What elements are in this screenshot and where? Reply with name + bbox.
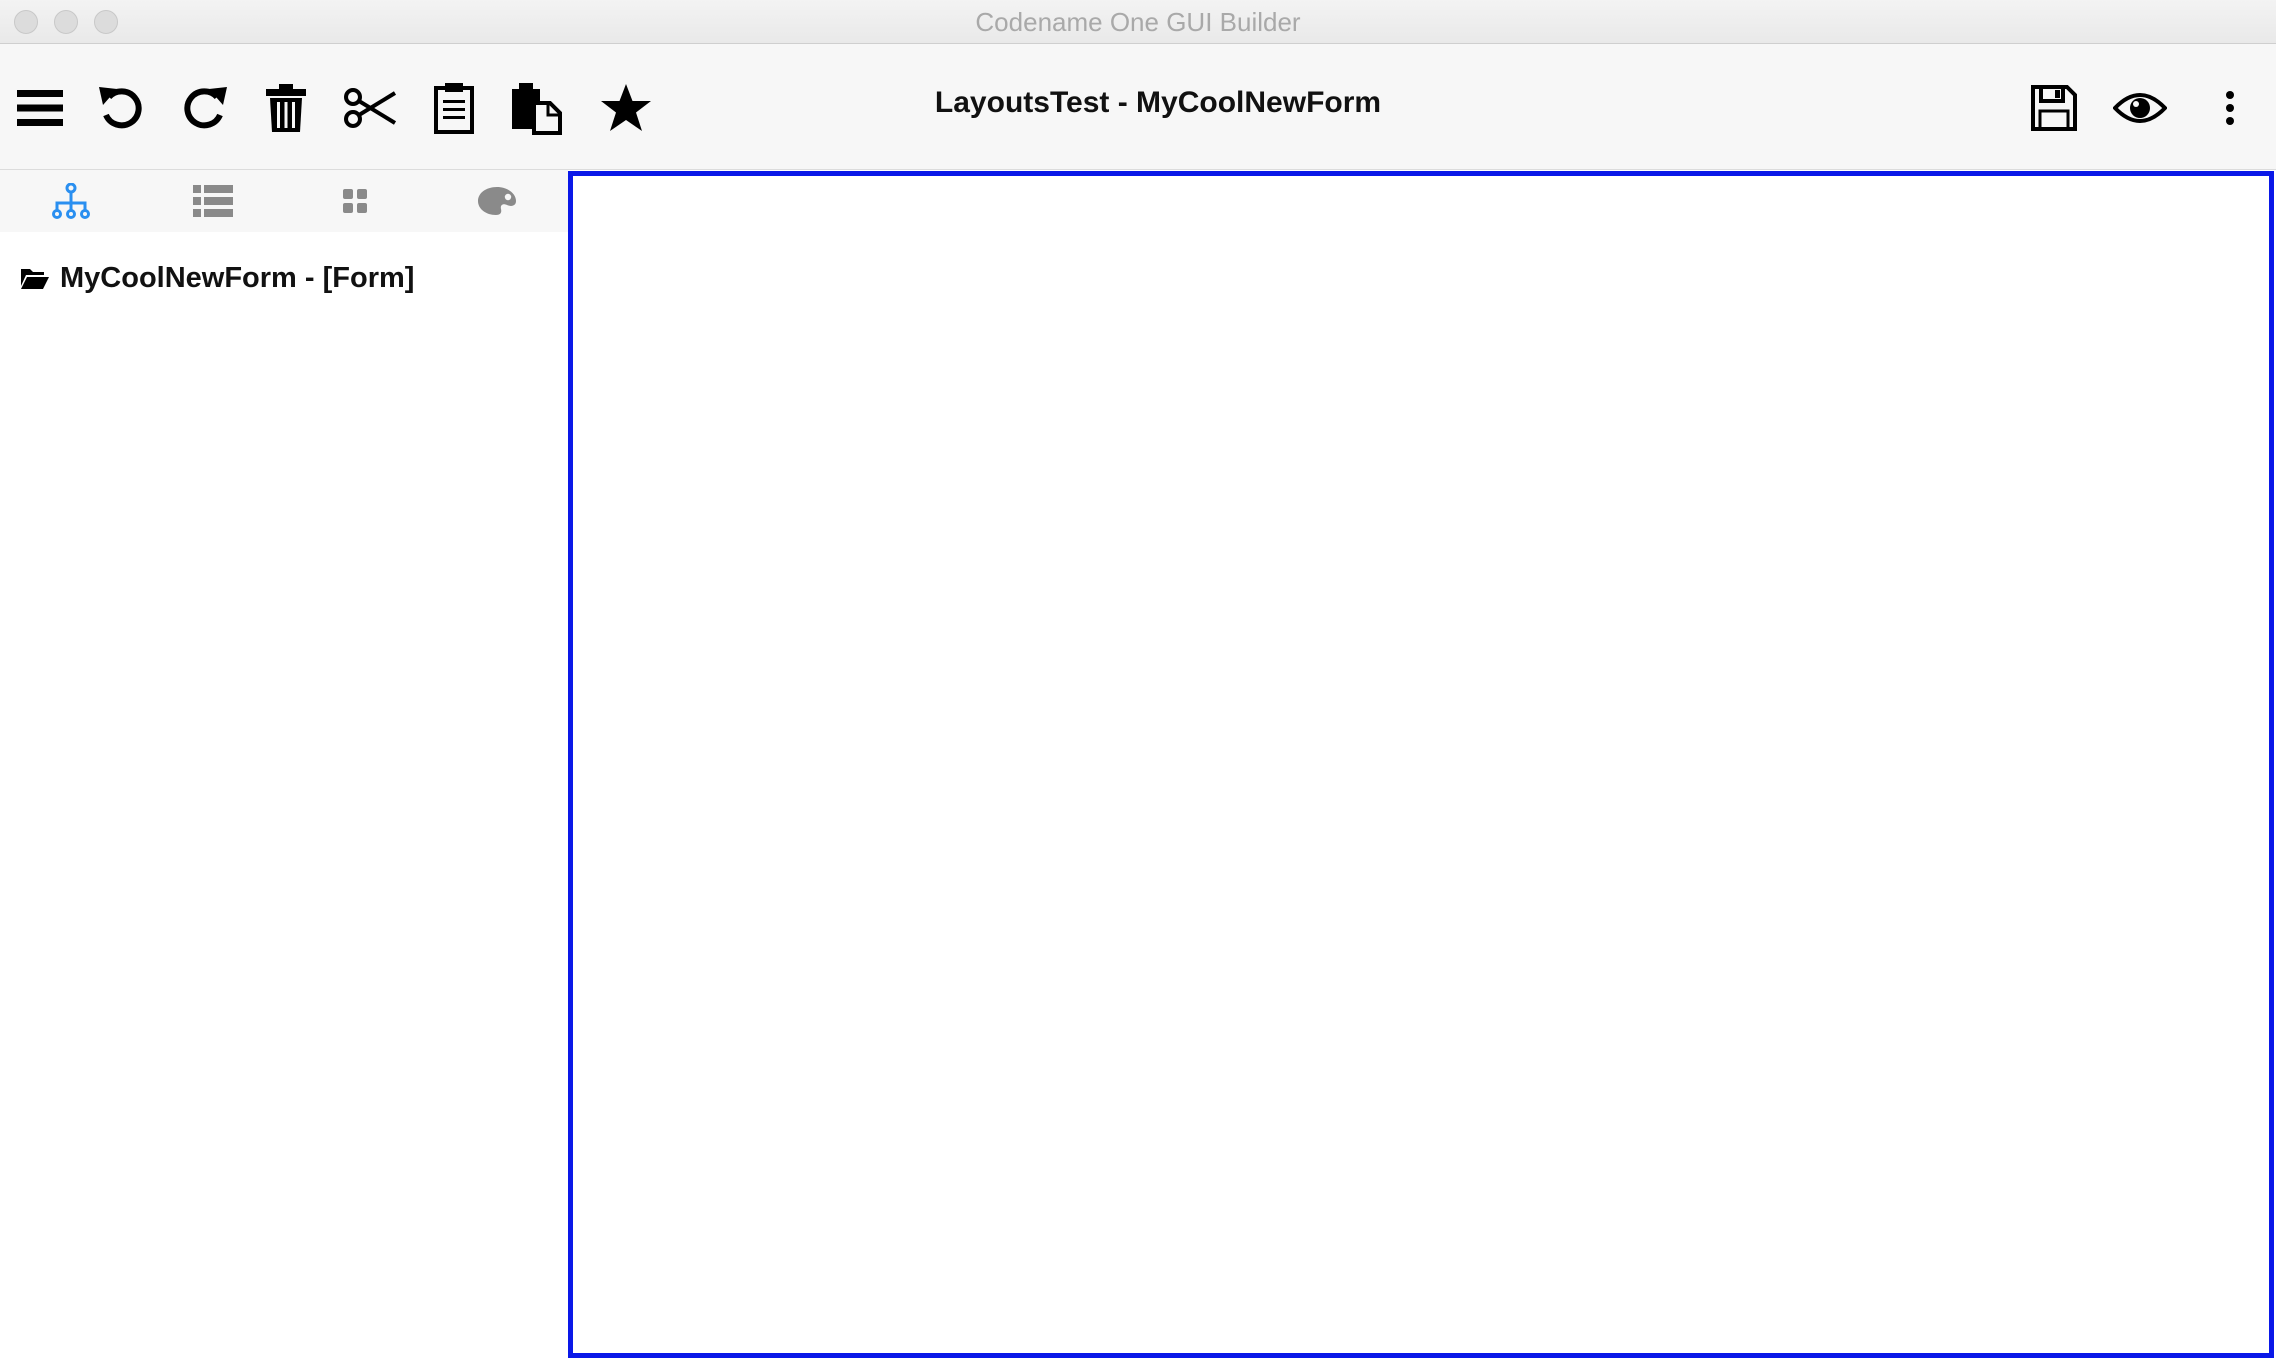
panel-tabs <box>0 170 568 232</box>
tab-theme[interactable] <box>426 170 568 232</box>
list-icon <box>193 185 233 217</box>
vertical-ellipsis-icon <box>2226 91 2234 125</box>
tree-node-label: MyCoolNewForm - [Form] <box>60 261 415 294</box>
design-canvas[interactable] <box>568 171 2274 1358</box>
tab-hierarchy[interactable] <box>0 170 142 232</box>
grid-icon <box>343 189 367 213</box>
open-folder-icon <box>21 269 49 289</box>
app-window: Codename One GUI Builder LayoutsTest - M… <box>0 0 2276 1358</box>
save-button[interactable] <box>2026 80 2082 136</box>
window-title: Codename One GUI Builder <box>975 7 1301 37</box>
palette-icon <box>478 187 516 215</box>
tab-components[interactable] <box>284 170 426 232</box>
tree-node-root-form[interactable]: MyCoolNewForm - [Form] <box>20 258 414 298</box>
title-bar: Codename One GUI Builder <box>0 0 2276 44</box>
more-options-button[interactable] <box>2202 80 2258 136</box>
tab-properties[interactable] <box>142 170 284 232</box>
form-title: LayoutsTest - MyCoolNewForm <box>934 86 1382 119</box>
preview-button[interactable] <box>2112 80 2168 136</box>
floppy-disk-icon <box>2031 85 2077 131</box>
toolbar: LayoutsTest - MyCoolNewForm <box>0 44 2276 170</box>
component-tree-icon <box>52 183 90 219</box>
eye-icon <box>2113 93 2167 123</box>
left-panel: MyCoolNewForm - [Form] <box>0 170 568 1358</box>
